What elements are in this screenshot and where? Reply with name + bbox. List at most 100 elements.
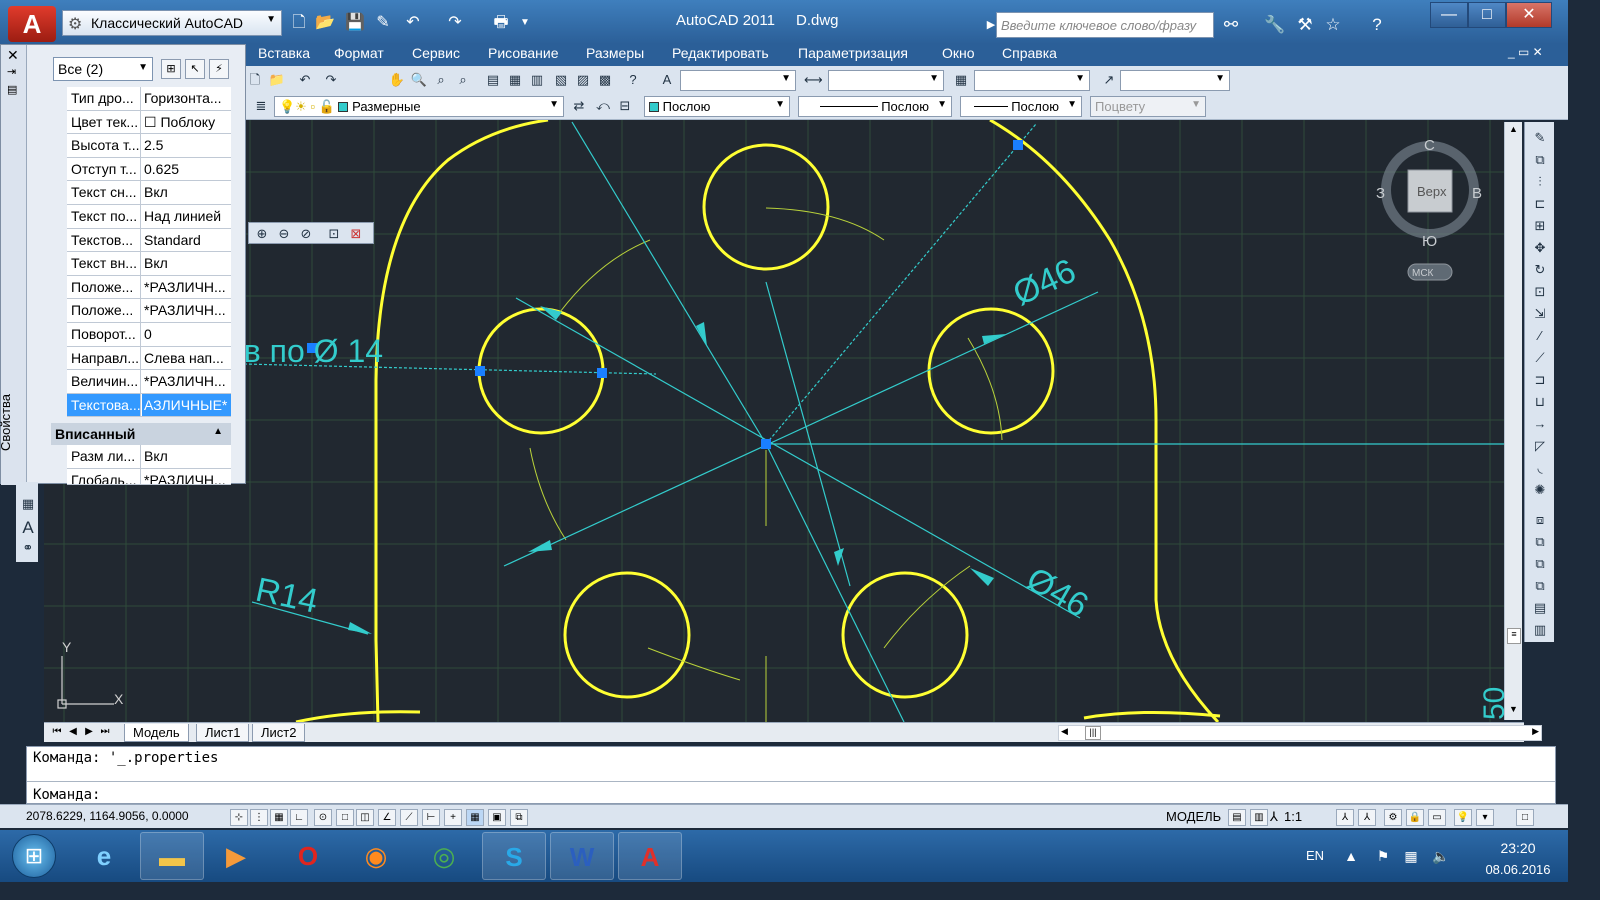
maximize-button[interactable]: □ [1468,2,1506,28]
workspace-selector[interactable]: ⚙ Классический AutoCAD ▼ [62,10,282,36]
plotstyle-combo[interactable]: Поцвету ▼ [1090,96,1206,117]
ortho-mode-icon[interactable]: ∟ [290,809,308,826]
offset-icon[interactable]: ⊏ [1530,196,1550,214]
lock-icon[interactable]: 🔒 [1406,809,1424,826]
zoom-previous-icon[interactable]: ⌕ [454,71,472,89]
help-icon[interactable]: ? [1366,14,1388,36]
hardware-acceleration-icon[interactable]: ▭ [1428,809,1446,826]
text-style-icon[interactable]: A [658,71,676,89]
viewcube-west[interactable]: З [1376,185,1385,202]
minimize-button[interactable]: — [1430,2,1468,28]
make-current-icon[interactable]: ⇄ [570,97,588,115]
tab-model[interactable]: Модель [124,724,189,742]
3d-osnap-icon[interactable]: ◫ [356,809,374,826]
array-icon[interactable]: ⊞ [1530,218,1550,236]
language-indicator[interactable]: EN [1306,848,1324,863]
pan-icon[interactable]: ✋ [388,71,406,89]
next-tab-icon[interactable]: ▶ [82,726,96,740]
otrack-icon[interactable]: ∠ [378,809,396,826]
viewcube-south[interactable]: Ю [1422,233,1437,250]
viewcube[interactable] [1381,141,1479,281]
rotate-icon[interactable]: ↻ [1530,262,1550,280]
copy-icon[interactable]: ⧉ [1530,152,1550,170]
menu-draw[interactable]: Рисование [488,45,559,61]
property-row[interactable]: Текстов... Standard [67,228,231,253]
network-icon[interactable]: ▦ [1402,848,1420,866]
color-combo[interactable]: Послою ▼ [644,96,790,117]
hole-top[interactable] [702,143,830,271]
hatch-back-icon[interactable]: ▥ [1530,622,1550,640]
volume-icon[interactable]: 🔈 [1432,848,1450,866]
hole-bottom-left[interactable] [563,571,691,699]
section-header-fit[interactable]: Вписанный ▲ [51,423,231,445]
scroll-down-icon[interactable]: ▼ [1509,704,1518,714]
layer-manager-icon[interactable]: ≣ [252,97,270,115]
mirror-icon[interactable]: ⫶ [1530,174,1550,192]
tab-layout2[interactable]: Лист2 [252,724,306,742]
chamfer-icon[interactable]: ◸ [1530,438,1550,456]
continuous-orbit-icon[interactable]: ⊘ [297,225,315,243]
property-row[interactable]: Тип дро... Горизонта... [67,87,231,111]
start-button[interactable]: ⊞ [12,834,56,878]
property-row[interactable]: Положе... *РАЗЛИЧН... [67,299,231,323]
save-as-icon[interactable]: ✎ [372,12,394,34]
horizontal-scrollbar[interactable]: ◀ ||| ▶ [1058,725,1542,741]
close-icon[interactable]: ⊠ [347,225,365,243]
menu-parametric[interactable]: Параметризация [798,45,908,61]
doc-window-controls[interactable]: _ ▭ ✕ [1508,45,1543,59]
lineweight-combo[interactable]: Послою ▼ [960,96,1082,117]
scroll-thumb[interactable]: ≡ [1507,628,1521,644]
transparency-icon[interactable]: ▦ [466,809,484,826]
viewcube-ucs-menu[interactable]: МСК [1412,268,1434,279]
fillet-icon[interactable]: ◟ [1530,460,1550,478]
ie-icon[interactable]: e [72,832,136,880]
annotation-scale-icon[interactable]: ⅄ [1270,809,1278,825]
palette-titlebar[interactable]: ✕ ⇥ ▤ Свойства [0,45,27,485]
add-selected-icon[interactable]: ⚭ [18,540,38,558]
quick-view-layouts-icon[interactable]: ▤ [1228,809,1246,826]
property-row[interactable]: Поворот... 0 [67,322,231,347]
multileader-style-combo[interactable]: ▼ [1120,70,1230,91]
bring-front-icon[interactable]: ⧉ [1530,534,1550,552]
subscription-icon[interactable]: 🔧 [1264,14,1286,36]
clock-date[interactable]: 08.06.2016 [1472,862,1564,877]
property-row[interactable]: Текст вн... Вкл [67,252,231,276]
menu-help[interactable]: Справка [1002,45,1057,61]
property-row[interactable]: Текст сн... Вкл [67,181,231,205]
layer-state-icon[interactable]: ⊟ [616,97,634,115]
annotation-visibility-icon[interactable]: ⅄ [1336,809,1354,826]
snap-mode-icon[interactable]: ⋮ [250,809,268,826]
save-icon[interactable]: 💾 [344,12,366,34]
property-row[interactable]: Высота т... 2.5 [67,134,231,158]
menu-tools[interactable]: Сервис [412,45,460,61]
prev-tab-icon[interactable]: ◀ [66,726,80,740]
dim-text-diameter-top[interactable]: Ø46 [1007,252,1081,314]
last-tab-icon[interactable]: ⏭ [98,726,112,740]
text-style-combo[interactable]: ▼ [680,70,796,91]
application-menu-button[interactable]: A [8,6,56,42]
annotation-scale[interactable]: 1:1 [1284,809,1302,824]
media-player-icon[interactable]: ▶ [204,832,268,880]
quick-properties-icon[interactable]: ▣ [488,809,506,826]
table-icon[interactable]: ▦ [18,496,38,514]
scroll-right-icon[interactable]: ▶ [1532,726,1539,737]
select-objects-icon[interactable]: ↖ [185,59,205,79]
multileader-style-icon[interactable]: ↗ [1100,71,1118,89]
skype-icon[interactable]: S [482,832,546,880]
move-icon[interactable]: ✥ [1530,240,1550,258]
markup-icon[interactable]: ▨ [574,71,592,89]
scroll-up-icon[interactable]: ▲ [1509,124,1518,134]
selection-cycling-icon[interactable]: ⧉ [510,809,528,826]
infer-constraints-icon[interactable]: ⊹ [230,809,248,826]
new-icon[interactable]: 🗋 [246,71,264,89]
property-row[interactable]: Направл... Слева нап... [67,346,231,371]
first-tab-icon[interactable]: ⏮ [50,726,64,740]
design-center-icon[interactable]: ▦ [506,71,524,89]
autohide-icon[interactable]: ⇥ [7,65,16,78]
dim-text-radius[interactable]: R14 [252,571,321,621]
redo-icon[interactable]: ↷ [322,71,340,89]
close-window-button[interactable]: ✕ [1506,2,1552,28]
palette-menu-icon[interactable]: ▤ [7,83,17,96]
hscroll-thumb[interactable]: ||| [1085,726,1101,740]
erase-icon[interactable]: ✎ [1530,130,1550,148]
